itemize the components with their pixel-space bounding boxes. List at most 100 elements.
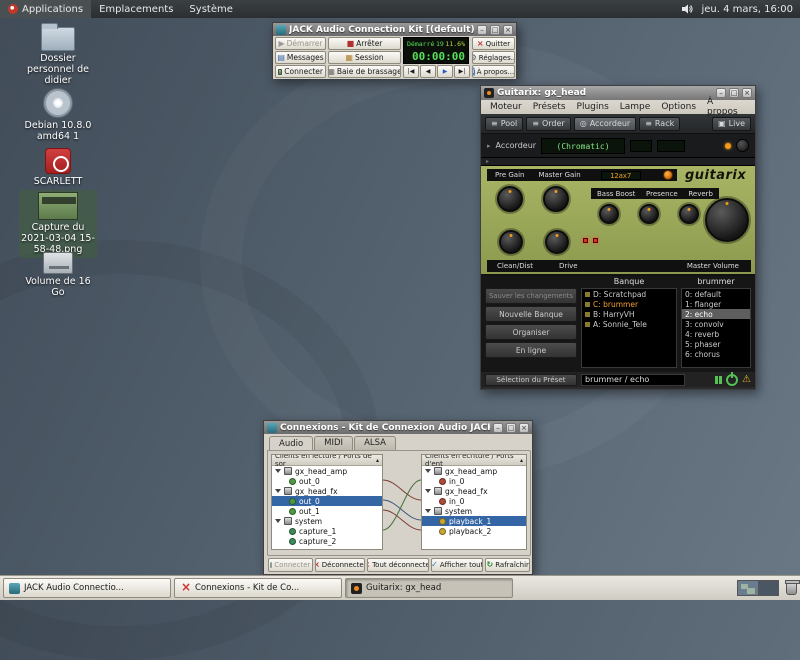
- port-row[interactable]: in_0: [422, 476, 526, 486]
- transport-end-button[interactable]: [454, 65, 470, 78]
- jack-stop-button[interactable]: Arrêter: [328, 37, 401, 50]
- rack-button[interactable]: Rack: [639, 117, 680, 131]
- new-bank-button[interactable]: Nouvelle Banque: [485, 306, 577, 322]
- menu-applications[interactable]: Applications: [0, 0, 91, 18]
- desktop-icon-usb-volume[interactable]: Volume de 16 Go: [19, 252, 97, 299]
- collapse-icon[interactable]: [425, 489, 431, 493]
- volume-icon[interactable]: [681, 3, 694, 15]
- pre-gain-knob[interactable]: [497, 186, 523, 212]
- jack-session-button[interactable]: Session: [328, 51, 401, 64]
- current-preset-field[interactable]: brummer / echo: [581, 374, 685, 386]
- menu-options[interactable]: Options: [656, 102, 701, 112]
- warning-icon[interactable]: [742, 376, 751, 384]
- maximize-button[interactable]: [506, 423, 516, 433]
- preset-row[interactable]: 5: phaser: [682, 339, 750, 349]
- maximize-button[interactable]: [490, 25, 500, 35]
- clock[interactable]: jeu. 4 mars, 16:00: [701, 4, 793, 15]
- menu-tube[interactable]: Lampe: [615, 102, 656, 112]
- preset-row[interactable]: 6: chorus: [682, 349, 750, 359]
- jack-connection-icon[interactable]: [715, 376, 722, 384]
- workspace-2[interactable]: [758, 581, 778, 595]
- port-row[interactable]: capture_1: [272, 526, 382, 536]
- tube-mini-knob[interactable]: [663, 170, 673, 180]
- master-volume-knob[interactable]: [705, 198, 749, 242]
- client-row[interactable]: system: [272, 516, 382, 526]
- jack-quit-button[interactable]: Quitter: [472, 37, 515, 50]
- taskbar-item-jack[interactable]: JACK Audio Connectio...: [3, 578, 171, 598]
- readable-clients-header[interactable]: Clients en lecture / Ports de sor ▴: [272, 455, 382, 466]
- order-button[interactable]: Order: [526, 117, 570, 131]
- port-row-selected[interactable]: out_0: [272, 496, 382, 506]
- taskbar-item-guitarix[interactable]: Guitarix: gx_head: [345, 578, 513, 598]
- preset-row[interactable]: 1: flanger: [682, 299, 750, 309]
- minimize-button[interactable]: [477, 25, 487, 35]
- preset-select-button[interactable]: Sélection du Préset: [485, 374, 577, 386]
- port-row-selected[interactable]: playback_1: [422, 516, 526, 526]
- online-button[interactable]: En ligne: [485, 342, 577, 358]
- tube-selector-display[interactable]: 12ax7: [601, 171, 641, 180]
- transport-backward-button[interactable]: [420, 65, 436, 78]
- desktop-icon-scarlett[interactable]: SCARLETT: [19, 148, 97, 188]
- expand-all-button[interactable]: Afficher tout: [431, 558, 483, 572]
- tab-audio[interactable]: Audio: [269, 436, 313, 450]
- port-row[interactable]: out_0: [272, 476, 382, 486]
- bass-boost-knob[interactable]: [599, 204, 619, 224]
- expander-icon[interactable]: ▸: [487, 142, 491, 150]
- tab-als a[interactable]: ALSA: [354, 436, 396, 450]
- menu-about[interactable]: À propos: [702, 97, 751, 117]
- disconnect-all-button[interactable]: Tout déconnecter: [367, 558, 429, 572]
- client-row[interactable]: gx_head_fx: [272, 486, 382, 496]
- port-row[interactable]: capture_2: [272, 536, 382, 546]
- master-gain-knob[interactable]: [543, 186, 569, 212]
- drive-knob[interactable]: [545, 230, 569, 254]
- port-row[interactable]: playback_2: [422, 526, 526, 536]
- organize-button[interactable]: Organiser: [485, 324, 577, 340]
- collapse-icon[interactable]: [425, 469, 431, 473]
- tuner-button[interactable]: Accordeur: [574, 117, 637, 131]
- tuner-mode-display[interactable]: (Chromatic): [541, 138, 625, 154]
- bank-row-selected[interactable]: C: brummer: [582, 299, 676, 309]
- tab-midi[interactable]: MIDI: [314, 436, 353, 450]
- presence-knob[interactable]: [639, 204, 659, 224]
- writable-clients-header[interactable]: Clients en écriture / Ports d'ent ▴: [422, 455, 526, 466]
- reverb-knob[interactable]: [679, 204, 699, 224]
- jack-settings-button[interactable]: Réglages...: [472, 51, 515, 64]
- desktop-icon-home[interactable]: Dossier personnel de didier: [19, 27, 97, 87]
- preset-row[interactable]: 4: reverb: [682, 329, 750, 339]
- refresh-button[interactable]: Rafraîchir: [485, 558, 530, 572]
- bank-row[interactable]: D: Scratchpad: [582, 289, 676, 299]
- tuner-knob[interactable]: [736, 139, 749, 152]
- close-button[interactable]: [519, 423, 529, 433]
- collapse-icon[interactable]: [425, 509, 431, 513]
- bank-row[interactable]: B: HarryVH: [582, 309, 676, 319]
- collapse-icon[interactable]: [275, 469, 281, 473]
- client-row[interactable]: gx_head_fx: [422, 486, 526, 496]
- connect-button[interactable]: Connecter: [268, 558, 313, 572]
- jack-about-button[interactable]: À propos...: [472, 65, 515, 78]
- pool-button[interactable]: Pool: [485, 117, 523, 131]
- jack-messages-button[interactable]: Messages: [275, 51, 326, 64]
- preset-row[interactable]: 0: default: [682, 289, 750, 299]
- preset-row[interactable]: 3: convolv: [682, 319, 750, 329]
- collapse-icon[interactable]: [275, 489, 281, 493]
- transport-play-button[interactable]: [437, 65, 453, 78]
- menu-presets[interactable]: Présets: [528, 102, 571, 112]
- jack-start-button[interactable]: Démarrer: [275, 37, 326, 50]
- rack-collapsed-strip[interactable]: ▸: [481, 158, 755, 166]
- desktop-icon-debian-cd[interactable]: Debian 10.8.0 amd64 1: [19, 88, 97, 143]
- jack-connect-button[interactable]: Connecter: [275, 65, 326, 78]
- menu-places[interactable]: Emplacements: [91, 0, 181, 18]
- preset-row-selected[interactable]: 2: echo: [682, 309, 750, 319]
- collapse-icon[interactable]: [275, 519, 281, 523]
- workspace-1[interactable]: [738, 581, 758, 595]
- taskbar-item-connections[interactable]: Connexions - Kit de Co...: [174, 578, 342, 598]
- connections-window-titlebar[interactable]: Connexions - Kit de Connexion Audio JACK: [264, 421, 532, 434]
- save-changes-button[interactable]: Sauver les changements: [485, 288, 577, 304]
- menu-engine[interactable]: Moteur: [485, 102, 527, 112]
- minimize-button[interactable]: [493, 423, 503, 433]
- port-row[interactable]: out_1: [272, 506, 382, 516]
- clean-dist-knob[interactable]: [499, 230, 523, 254]
- bank-row[interactable]: A: Sonnie_Tele: [582, 319, 676, 329]
- disconnect-button[interactable]: Déconnecter: [315, 558, 365, 572]
- transport-rewind-button[interactable]: [403, 65, 419, 78]
